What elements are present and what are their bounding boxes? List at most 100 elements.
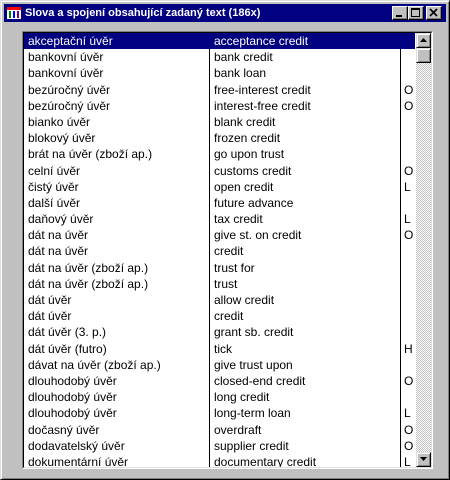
list-item[interactable]: blokový úvěr frozen credit <box>24 130 415 146</box>
flag-cell: H <box>404 341 413 356</box>
list-item[interactable]: dlouhodobý úvěr closed-end credit O <box>24 373 415 389</box>
translation-cell: tax credit <box>214 212 263 227</box>
term-cell: celní úvěr <box>28 163 81 178</box>
list-item[interactable]: dát na úvěr (zboží ap.) trust <box>24 276 415 292</box>
translation-cell: give st. on credit <box>214 228 302 243</box>
scroll-thumb[interactable] <box>416 48 431 63</box>
term-cell: dát úvěr (futro) <box>28 341 107 356</box>
term-cell: akceptační úvěr <box>28 34 113 48</box>
translation-cell: tick <box>214 341 232 356</box>
flag-cell: L <box>404 454 411 468</box>
list-item[interactable]: dát úvěr (futro) tick H <box>24 341 415 357</box>
results-window: Slova a spojení obsahující zadaný text (… <box>0 0 450 480</box>
list-item[interactable]: celní úvěr customs credit O <box>24 163 415 179</box>
term-cell: dát na úvěr <box>28 244 89 259</box>
translation-cell: future advance <box>214 195 294 210</box>
flag-cell: O <box>404 82 414 97</box>
list-item[interactable]: dokumentární úvěr documentary credit L <box>24 454 415 468</box>
term-cell: čistý úvěr <box>28 179 79 194</box>
list-item[interactable]: dávat na úvěr (zboží ap.) give trust upon <box>24 357 415 373</box>
term-cell: dát na úvěr (zboží ap.) <box>28 276 149 291</box>
list-item[interactable]: dát na úvěr (zboží ap.) trust for <box>24 260 415 276</box>
scroll-down-button[interactable] <box>416 452 431 467</box>
list-item[interactable]: čistý úvěr open credit L <box>24 179 415 195</box>
flag-cell: O <box>404 98 414 113</box>
list-item[interactable]: brát na úvěr (zboží ap.) go upon trust <box>24 146 415 162</box>
results-rows: akceptační úvěr acceptance credit bankovní… <box>24 33 415 468</box>
list-item[interactable]: dočasný úvěr overdraft O <box>24 422 415 438</box>
list-item[interactable]: bankovní úvěr bank credit <box>24 49 415 65</box>
app-icon[interactable] <box>6 5 22 21</box>
minimize-icon <box>396 15 402 17</box>
term-cell: brát na úvěr (zboží ap.) <box>28 147 153 162</box>
term-cell: daňový úvěr <box>28 212 94 227</box>
list-item[interactable]: dlouhodobý úvěr long-term loan L <box>24 405 415 421</box>
term-cell: dát úvěr <box>28 293 72 307</box>
translation-cell: acceptance credit <box>214 34 309 48</box>
term-cell: dlouhodobý úvěr <box>28 373 117 388</box>
translation-cell: bank loan <box>214 66 267 81</box>
list-item[interactable]: dát úvěr credit <box>24 308 415 324</box>
translation-cell: credit <box>214 309 244 324</box>
term-cell: bianko úvěr <box>28 114 91 129</box>
maximize-icon <box>411 8 420 17</box>
translation-cell: overdraft <box>214 422 262 437</box>
list-item[interactable]: dát na úvěr give st. on credit O <box>24 227 415 243</box>
flag-cell: O <box>404 228 414 243</box>
translation-cell: customs credit <box>214 163 292 178</box>
flag-cell: L <box>404 179 411 194</box>
term-cell: dávat na úvěr (zboží ap.) <box>28 357 161 372</box>
results-list[interactable]: akceptační úvěr acceptance credit bankovní… <box>23 32 432 468</box>
translation-cell: supplier credit <box>214 438 289 453</box>
scroll-up-button[interactable] <box>416 33 431 48</box>
term-cell: další úvěr <box>28 195 81 210</box>
flag-cell: O <box>404 438 414 453</box>
list-item[interactable]: další úvěr future advance <box>24 195 415 211</box>
translation-cell: free-interest credit <box>214 82 311 97</box>
term-cell: bezúročný úvěr <box>28 98 111 113</box>
term-cell: bezúročný úvěr <box>28 82 111 97</box>
close-icon <box>429 8 438 17</box>
term-cell: dát úvěr (3. p.) <box>28 325 107 340</box>
translation-cell: trust <box>214 276 238 291</box>
list-item[interactable]: daňový úvěr tax credit L <box>24 211 415 227</box>
maximize-button[interactable] <box>408 6 424 20</box>
list-item[interactable]: bankovní úvěr bank loan <box>24 65 415 81</box>
list-item[interactable]: dát úvěr allow credit <box>24 292 415 308</box>
list-item[interactable]: dlouhodobý úvěr long credit <box>24 389 415 405</box>
results-list-frame: akceptační úvěr acceptance credit bankovní… <box>22 31 433 469</box>
list-item[interactable]: dát na úvěr credit <box>24 243 415 259</box>
term-cell: dát úvěr <box>28 309 72 324</box>
vertical-scrollbar[interactable] <box>416 33 431 467</box>
translation-cell: allow credit <box>214 293 275 307</box>
translation-cell: bank credit <box>214 50 273 65</box>
list-item[interactable]: dát úvěr (3. p.) grant sb. credit <box>24 324 415 340</box>
flag-cell: O <box>404 373 414 388</box>
translation-cell: give trust upon <box>214 357 293 372</box>
translation-cell: grant sb. credit <box>214 325 294 340</box>
list-item[interactable]: bianko úvěr blank credit <box>24 114 415 130</box>
close-button[interactable] <box>426 6 442 20</box>
arrow-down-icon <box>420 457 427 461</box>
term-cell: dát na úvěr (zboží ap.) <box>28 260 149 275</box>
list-item[interactable]: bezúročný úvěr interest-free credit O <box>24 98 415 114</box>
term-cell: dlouhodobý úvěr <box>28 390 117 405</box>
translation-cell: open credit <box>214 179 274 194</box>
term-cell: bankovní úvěr <box>28 50 104 65</box>
term-cell: dát na úvěr <box>28 228 89 243</box>
list-item[interactable]: bezúročný úvěr free-interest credit O <box>24 82 415 98</box>
translation-cell: frozen credit <box>214 131 281 146</box>
list-item[interactable]: dodavatelský úvěr supplier credit O <box>24 438 415 454</box>
title-bar[interactable]: Slova a spojení obsahující zadaný text (… <box>4 4 446 22</box>
arrow-up-icon <box>420 38 427 42</box>
translation-cell: documentary credit <box>214 454 317 468</box>
term-cell: blokový úvěr <box>28 131 96 146</box>
translation-cell: credit <box>214 244 244 259</box>
flag-cell: O <box>404 163 414 178</box>
translation-cell: go upon trust <box>214 147 285 162</box>
flag-cell: L <box>404 406 411 421</box>
translation-cell: trust for <box>214 260 255 275</box>
minimize-button[interactable] <box>392 6 408 20</box>
list-item[interactable]: akceptační úvěr acceptance credit <box>24 33 415 50</box>
flag-cell: L <box>404 212 411 227</box>
